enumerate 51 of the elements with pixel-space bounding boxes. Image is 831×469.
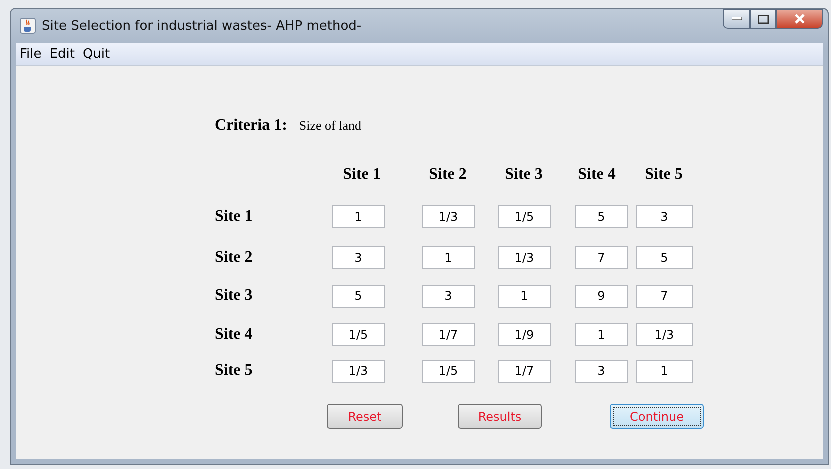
column-header: Site 1 — [342, 166, 382, 184]
matrix-input[interactable]: 7 — [636, 284, 693, 308]
matrix-input[interactable]: 1 — [575, 323, 628, 346]
matrix-input[interactable]: 1/9 — [498, 323, 551, 346]
row-label: Site 5 — [215, 362, 253, 380]
criteria-label: Criteria 1: — [215, 117, 288, 135]
matrix-input[interactable]: 1/7 — [422, 323, 475, 346]
menu-item[interactable]: File — [20, 46, 42, 62]
coffee-cup-icon — [20, 18, 36, 34]
continue-button[interactable]: Continue — [610, 404, 704, 429]
matrix-input[interactable]: 5 — [575, 205, 628, 228]
minimize-icon — [732, 17, 742, 21]
minimize-button[interactable] — [723, 9, 750, 29]
matrix-input[interactable]: 1/5 — [422, 360, 475, 382]
matrix-input[interactable]: 1/5 — [498, 205, 551, 228]
results-button[interactable]: Results — [458, 404, 542, 429]
matrix-input[interactable]: 1 — [422, 246, 475, 269]
matrix-input[interactable]: 1/3 — [636, 323, 693, 346]
matrix-input[interactable]: 1/3 — [422, 205, 475, 228]
matrix-input[interactable]: 1 — [498, 284, 551, 308]
row-label: Site 2 — [215, 248, 253, 266]
row-label: Site 4 — [215, 326, 253, 344]
maximize-button[interactable] — [750, 9, 776, 29]
matrix-input[interactable]: 7 — [575, 246, 628, 269]
matrix-input[interactable]: 9 — [575, 284, 628, 308]
matrix-input[interactable]: 1/5 — [332, 323, 385, 346]
matrix-input[interactable]: 1 — [636, 360, 693, 382]
column-header: Site 2 — [428, 166, 468, 184]
matrix-input[interactable]: 1 — [332, 205, 385, 228]
matrix-input[interactable]: 1/3 — [498, 246, 551, 269]
matrix-input[interactable]: 3 — [422, 284, 475, 308]
matrix-input[interactable]: 3 — [636, 205, 693, 228]
close-button[interactable] — [776, 9, 823, 29]
reset-button[interactable]: Reset — [327, 404, 403, 429]
matrix-input[interactable]: 1/7 — [498, 360, 551, 382]
column-header: Site 5 — [644, 166, 684, 184]
menu-item[interactable]: Edit — [50, 46, 75, 62]
window-title: Site Selection for industrial wastes- AHP method- — [42, 18, 362, 34]
matrix-input[interactable]: 3 — [575, 360, 628, 382]
row-label: Site 1 — [215, 208, 253, 226]
matrix-input[interactable]: 5 — [332, 284, 385, 308]
matrix-input[interactable]: 3 — [332, 246, 385, 269]
column-header: Site 4 — [577, 166, 617, 184]
menu-item[interactable]: Quit — [82, 46, 110, 62]
matrix-input[interactable]: 5 — [636, 246, 693, 269]
maximize-icon — [758, 14, 768, 24]
criteria-value: Size of land — [299, 118, 362, 134]
matrix-input[interactable]: 1/3 — [332, 360, 385, 382]
column-header: Site 3 — [504, 166, 544, 184]
row-label: Site 3 — [215, 287, 253, 305]
close-icon — [794, 14, 806, 24]
